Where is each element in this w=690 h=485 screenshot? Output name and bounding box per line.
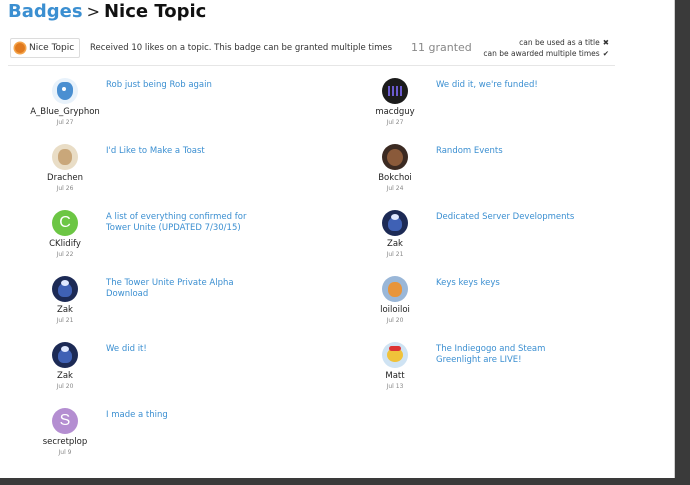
avatar[interactable]	[382, 276, 408, 302]
grant-date: Jul 20	[386, 317, 404, 324]
breadcrumb-separator: >	[86, 2, 100, 21]
topic-link[interactable]: I'd Like to Make a Toast	[106, 146, 256, 157]
username[interactable]: Drachen	[30, 173, 100, 183]
topic-link[interactable]: We did it, we're funded!	[436, 80, 586, 91]
grant-date: Jul 21	[56, 317, 74, 324]
window-edge	[675, 0, 690, 485]
topic-link[interactable]: Random Events	[436, 146, 586, 157]
user-card[interactable]: A_Blue_Gryphon Jul 27	[30, 78, 100, 126]
user-card[interactable]: loiloiloi Jul 20	[360, 276, 430, 324]
avatar[interactable]	[382, 210, 408, 236]
username[interactable]: A_Blue_Gryphon	[30, 107, 100, 117]
badge-pill[interactable]: Nice Topic	[10, 38, 81, 58]
grant-date: Jul 24	[386, 185, 404, 192]
topic-link[interactable]: Keys keys keys	[436, 278, 586, 289]
topic-link[interactable]: The Tower Unite Private Alpha Download	[106, 278, 256, 300]
avatar[interactable]: S	[52, 408, 78, 434]
grant-date: Jul 21	[386, 251, 404, 258]
page: Badges > Nice Topic Nice Topic Received 10…	[0, 0, 675, 478]
badge-grant-item: loiloiloi Jul 20 Keys keys keys	[360, 276, 660, 342]
badge-grant-item: Matt Jul 13 The Indiegogo and Steam Greenl…	[360, 342, 660, 408]
username[interactable]: Bokchoi	[360, 173, 430, 183]
flag-multiple: can be awarded multiple times ✔	[483, 49, 609, 58]
badge-grant-item: macdguy Jul 27 We did it, we're funded!	[360, 78, 660, 144]
username[interactable]: loiloiloi	[360, 305, 430, 315]
grant-date: Jul 27	[386, 119, 404, 126]
user-card[interactable]: Zak Jul 21	[360, 210, 430, 258]
user-card[interactable]: macdguy Jul 27	[360, 78, 430, 126]
user-card[interactable]: Bokchoi Jul 24	[360, 144, 430, 192]
grant-date: Jul 22	[56, 251, 74, 258]
breadcrumb: Badges > Nice Topic	[8, 0, 206, 24]
badge-flags: can be used as a title ✖ can be awarded m…	[483, 37, 609, 59]
flag-title: can be used as a title ✖	[519, 38, 609, 47]
window-edge-bottom	[0, 478, 690, 485]
badge-grant-item: Ssecretplop Jul 9 I made a thing	[30, 408, 330, 474]
badge-summary-bar: Nice Topic Received 10 likes on a topic.…	[8, 34, 615, 66]
avatar-letter: C	[59, 214, 71, 231]
topic-link[interactable]: I made a thing	[106, 410, 256, 421]
badge-grant-item: Zak Jul 21 Dedicated Server Developments	[360, 210, 660, 276]
user-card[interactable]: Zak Jul 20	[30, 342, 100, 390]
topic-link[interactable]: Dedicated Server Developments	[436, 212, 586, 223]
topic-link[interactable]: Rob just being Rob again	[106, 80, 256, 91]
topic-link[interactable]: A list of everything confirmed for Tower…	[106, 212, 256, 234]
username[interactable]: Zak	[360, 239, 430, 249]
avatar-letter: S	[59, 412, 71, 429]
badge-description: Received 10 likes on a topic. This badge…	[90, 43, 393, 53]
topic-link[interactable]: The Indiegogo and Steam Greenlight are L…	[436, 344, 586, 366]
user-card[interactable]: Drachen Jul 26	[30, 144, 100, 192]
avatar[interactable]: C	[52, 210, 78, 236]
badge-grant-item: A_Blue_Gryphon Jul 27 Rob just being Rob a…	[30, 78, 330, 144]
badge-grant-item: C CKlidify Jul 22 A list of everything conf…	[30, 210, 330, 276]
badges-link[interactable]: Badges	[8, 1, 83, 22]
close-icon: ✖	[602, 38, 609, 47]
sun-badge-icon	[15, 43, 25, 53]
avatar[interactable]	[52, 342, 78, 368]
page-title: Nice Topic	[103, 1, 207, 22]
username[interactable]: macdguy	[360, 107, 430, 117]
avatar[interactable]	[382, 342, 408, 368]
badge-name: Nice Topic	[29, 43, 75, 53]
username[interactable]: Matt	[360, 371, 430, 381]
grant-date: Jul 27	[56, 119, 74, 126]
user-card[interactable]: Matt Jul 13	[360, 342, 430, 390]
user-card[interactable]: Zak Jul 21	[30, 276, 100, 324]
grant-date: Jul 13	[386, 383, 404, 390]
username[interactable]: secretplop	[30, 437, 100, 447]
avatar[interactable]	[382, 144, 408, 170]
granted-count: 11 granted	[411, 41, 472, 54]
username[interactable]: CKlidify	[30, 239, 100, 249]
badge-grant-item: Drachen Jul 26 I'd Like to Make a Toast	[30, 144, 330, 210]
user-card[interactable]: Ssecretplop Jul 9	[30, 408, 100, 456]
topic-link[interactable]: We did it!	[106, 344, 256, 355]
badge-grant-item: Zak Jul 20 We did it!	[30, 342, 330, 408]
username[interactable]: Zak	[30, 305, 100, 315]
avatar[interactable]	[52, 78, 78, 104]
avatar[interactable]	[52, 276, 78, 302]
grant-date: Jul 26	[56, 185, 74, 192]
badge-grant-item: Bokchoi Jul 24 Random Events	[360, 144, 660, 210]
grant-date: Jul 20	[56, 383, 74, 390]
check-icon: ✔	[602, 49, 609, 58]
avatar[interactable]	[382, 78, 408, 104]
user-card[interactable]: C CKlidify Jul 22	[30, 210, 100, 258]
grant-date: Jul 9	[58, 449, 72, 456]
avatar[interactable]	[52, 144, 78, 170]
username[interactable]: Zak	[30, 371, 100, 381]
badge-grant-item: Zak Jul 21 The Tower Unite Private Alpha D…	[30, 276, 330, 342]
